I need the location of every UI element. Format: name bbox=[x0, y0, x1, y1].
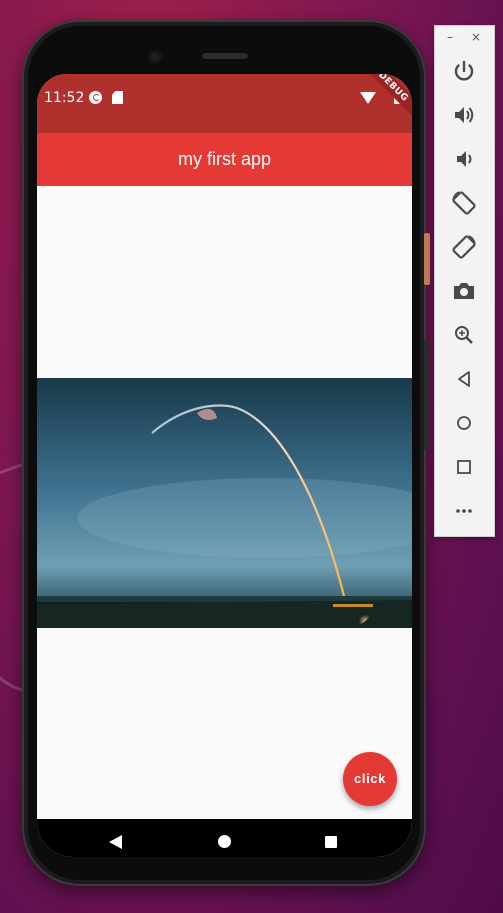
close-button[interactable]: × bbox=[471, 30, 481, 44]
app-title: my first app bbox=[177, 149, 272, 169]
volume-up-icon[interactable] bbox=[449, 100, 479, 130]
sd-card-icon bbox=[112, 91, 123, 104]
rotate-left-icon[interactable] bbox=[449, 188, 479, 218]
overview-icon[interactable] bbox=[449, 452, 479, 482]
click-fab-button[interactable]: click bbox=[343, 752, 397, 806]
wifi-icon bbox=[360, 92, 376, 104]
rotate-right-icon[interactable] bbox=[449, 232, 479, 262]
volume-down-icon[interactable] bbox=[449, 144, 479, 174]
front-camera bbox=[148, 50, 162, 64]
rocket-launch-image bbox=[37, 378, 412, 628]
device-screen: 11:52 DEBUG my first app click bbox=[37, 74, 412, 857]
zoom-icon[interactable] bbox=[449, 320, 479, 350]
power-side-button[interactable] bbox=[424, 233, 430, 285]
status-time: 11:52 bbox=[44, 90, 85, 106]
nav-home-icon[interactable] bbox=[218, 835, 231, 848]
volume-side-button[interactable] bbox=[424, 340, 430, 450]
minimize-button[interactable]: – bbox=[447, 30, 453, 44]
back-icon[interactable] bbox=[449, 364, 479, 394]
power-icon[interactable] bbox=[449, 56, 479, 86]
emulator-toolbar: – × bbox=[434, 25, 495, 537]
more-icon[interactable] bbox=[449, 496, 479, 526]
nav-back-icon[interactable] bbox=[109, 835, 122, 849]
app-bar: my first app bbox=[37, 133, 412, 186]
app-body bbox=[37, 186, 412, 819]
navigation-bar bbox=[37, 819, 412, 857]
notification-g-icon bbox=[89, 91, 102, 104]
status-bar: 11:52 DEBUG bbox=[37, 74, 412, 133]
camera-icon[interactable] bbox=[449, 276, 479, 306]
nav-recents-icon[interactable] bbox=[325, 836, 337, 848]
home-icon[interactable] bbox=[449, 408, 479, 438]
earpiece-speaker bbox=[202, 53, 248, 59]
